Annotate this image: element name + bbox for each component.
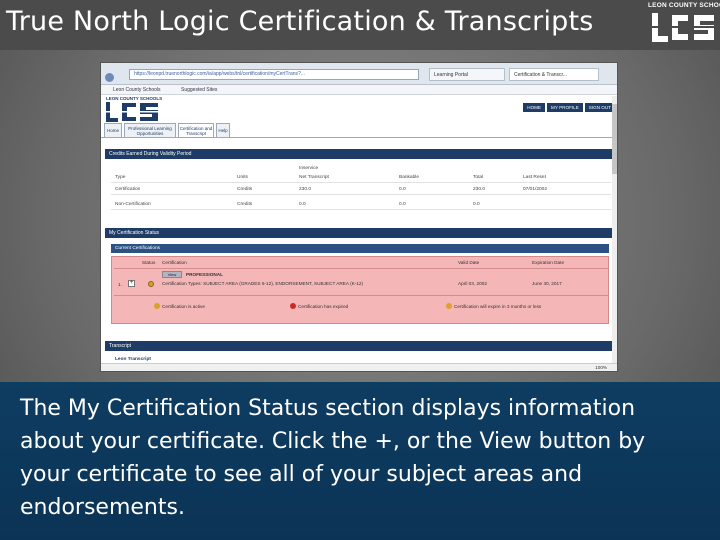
- col-type: Type: [115, 175, 126, 180]
- browser-status-bar: 100%: [101, 363, 617, 371]
- col-units: Units: [237, 175, 248, 180]
- site-logo: LEON COUNTY SCHOOLS: [106, 96, 162, 122]
- favorite-link-2[interactable]: Suggested Sites: [181, 87, 217, 93]
- divider: [114, 295, 608, 296]
- browser-chrome: https://leonpd.truenorthlogic.com/ia/app…: [101, 63, 617, 85]
- legend-expiring: Certification will expire in 3 months or…: [454, 304, 542, 309]
- col-bankable: Bankable: [399, 175, 420, 180]
- zoom-level[interactable]: 100%: [595, 365, 607, 370]
- certification-name: PROFESSIONAL: [186, 272, 223, 277]
- browser-tab-2[interactable]: Certification & Transcr...: [509, 68, 599, 81]
- view-button[interactable]: View: [162, 271, 182, 278]
- cell: 230.0: [299, 187, 312, 192]
- legend-expired-icon: [290, 303, 296, 309]
- credits-group-label: Inservice: [299, 166, 319, 171]
- cell: Credits: [237, 187, 253, 192]
- cell: 0.0: [299, 202, 306, 207]
- vertical-scrollbar[interactable]: [612, 96, 617, 370]
- cell: 0.0: [399, 202, 406, 207]
- current-certifications-header: Current Certifications: [111, 244, 609, 253]
- favorite-link-1[interactable]: Leon County Schools: [113, 87, 161, 93]
- site-logo-caption: LEON COUNTY SCHOOLS: [106, 96, 163, 101]
- legend-active-icon: [154, 303, 160, 309]
- cert-row-number: 1.: [118, 282, 122, 287]
- cell: 0.0: [473, 202, 480, 207]
- logo-text: LEON COUNTY SCHOOLS: [648, 2, 720, 9]
- col-expiration-date: Expiration Date: [532, 260, 565, 265]
- certification-types: Certification Types: SUBJECT AREA (GRADE…: [162, 281, 364, 286]
- slide-caption: The My Certification Status section disp…: [20, 396, 646, 520]
- valid-date: April 03, 2002: [458, 281, 487, 286]
- browser-tab-1[interactable]: Learning Portal: [429, 68, 505, 81]
- my-profile-link[interactable]: MY PROFILE: [547, 103, 583, 112]
- cell: 0.0: [399, 187, 406, 192]
- col-certification: Certification: [162, 260, 187, 265]
- lcs-logo-icon: [650, 11, 716, 44]
- cell: Certification: [115, 187, 141, 192]
- favorites-bar: Leon County Schools Suggested Sites: [101, 85, 617, 95]
- col-status: Status: [142, 260, 156, 265]
- credits-header-row: Type Units Net Transcript Bankable Total…: [111, 172, 611, 183]
- home-link[interactable]: HOME: [523, 103, 546, 112]
- legend-expiring-icon: [446, 303, 452, 309]
- scrollbar-thumb[interactable]: [612, 104, 617, 174]
- tab-home[interactable]: Home: [104, 123, 122, 137]
- expiration-date: June 30, 2017: [532, 281, 562, 286]
- title-bar: True North Logic Certification & Transcr…: [0, 0, 720, 50]
- top-links: HOME MY PROFILE SIGN OUT: [521, 96, 615, 114]
- slide-title: True North Logic Certification & Transcr…: [6, 6, 594, 37]
- slide: True North Logic Certification & Transcr…: [0, 0, 720, 540]
- credits-earned-header: Credits Earned During Validity Period: [105, 149, 613, 159]
- sign-out-link[interactable]: SIGN OUT: [584, 103, 615, 112]
- address-text: https://leonpd.truenorthlogic.com/ia/app…: [134, 71, 306, 77]
- cell: Non-Certification: [115, 202, 151, 207]
- table-row: Certification Credits 230.0 0.0 230.0 07…: [111, 184, 611, 195]
- cell: Credits: [237, 202, 253, 207]
- col-last-reset: Last Reset: [523, 175, 546, 180]
- tab-professional-learning[interactable]: Professional Learning Opportunities: [124, 123, 176, 137]
- tab-certification-transcript[interactable]: Certification and Transcript: [178, 123, 214, 137]
- leon-county-schools-logo: LEON COUNTY SCHOOLS: [648, 2, 720, 46]
- tab-divider: [101, 137, 617, 138]
- expand-plus-icon[interactable]: +: [128, 280, 135, 287]
- current-certifications-panel: Status Certification Valid Date Expirati…: [111, 256, 609, 324]
- cell: 07/01/2002: [523, 187, 548, 192]
- col-total: Total: [473, 175, 484, 180]
- transcript-header: Transcript: [105, 341, 613, 351]
- my-certification-status-header: My Certification Status: [105, 228, 613, 238]
- divider: [114, 268, 608, 269]
- col-valid-date: Valid Date: [458, 260, 480, 265]
- status-active-icon: [148, 281, 154, 287]
- cell: 230.0: [473, 187, 486, 192]
- address-bar[interactable]: https://leonpd.truenorthlogic.com/ia/app…: [129, 69, 419, 80]
- table-row: Non-Certification Credits 0.0 0.0 0.0: [111, 199, 611, 210]
- tab-help[interactable]: Help: [216, 123, 230, 137]
- legend-expired: Certification has expired: [298, 304, 349, 309]
- legend-active: Certification is active: [162, 304, 205, 309]
- col-net-transcript: Net Transcript: [299, 175, 329, 180]
- lcs-site-logo-icon: [106, 102, 158, 122]
- screenshot-browser-window: https://leonpd.truenorthlogic.com/ia/app…: [100, 62, 618, 372]
